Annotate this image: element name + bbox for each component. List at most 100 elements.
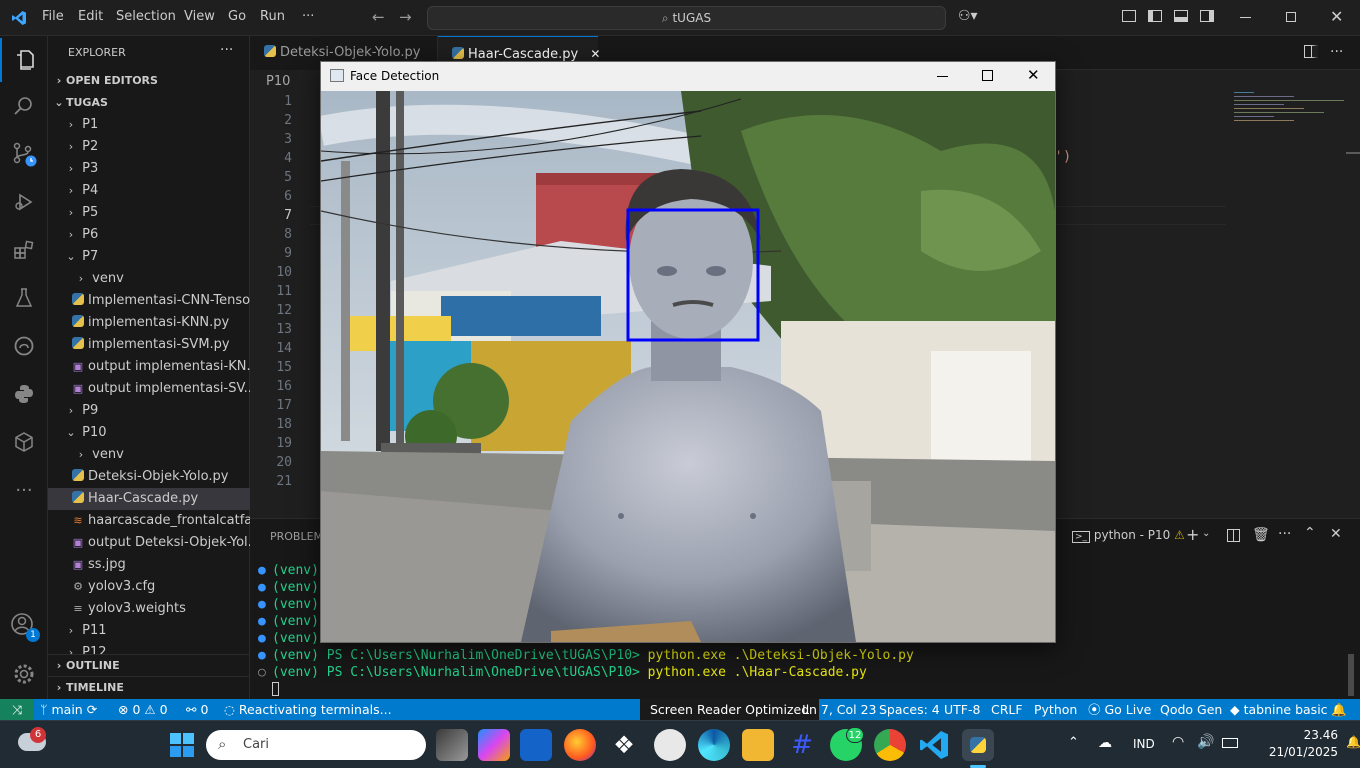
go-live-button[interactable]: ⦿ Go Live — [1088, 699, 1151, 720]
search-activity-icon[interactable] — [0, 84, 48, 128]
timeline-section[interactable]: › TIMELINE — [48, 676, 250, 698]
panel-more-icon[interactable]: ··· — [1278, 526, 1291, 542]
back-arrow-icon[interactable]: ← — [372, 8, 385, 26]
taskbar-search-box[interactable]: ⌕ Cari — [206, 730, 426, 760]
face-detection-window[interactable]: Face Detection ✕ — [320, 61, 1056, 643]
screen-reader-mode[interactable]: Screen Reader Optimized — [640, 699, 820, 720]
editor-scrollbar-thumb[interactable] — [1346, 152, 1360, 154]
folder-p10[interactable]: ⌄ P10 — [48, 422, 250, 444]
folder-p10-venv[interactable]: › venv — [48, 444, 250, 466]
firefox-icon[interactable] — [564, 729, 596, 761]
face-window-close-icon[interactable]: ✕ — [1027, 66, 1040, 84]
workspace-root[interactable]: ⌄ TUGAS — [48, 92, 250, 114]
battery-icon[interactable] — [1222, 738, 1238, 748]
file-yolov3-weights[interactable]: ≡ yolov3.weights — [48, 598, 250, 620]
menu-run[interactable]: Run — [260, 9, 285, 24]
menu-file[interactable]: File — [42, 9, 64, 24]
minimize-icon[interactable] — [1240, 17, 1251, 18]
explorer-more-button[interactable]: ··· — [220, 42, 233, 58]
menu-more[interactable]: ··· — [302, 9, 314, 24]
folder-p4[interactable]: › P4 — [48, 180, 250, 202]
ports-indicator[interactable]: ⚯ 0 — [186, 699, 208, 720]
open-editors-section[interactable]: › OPEN EDITORS — [48, 70, 250, 92]
python-window-taskbar-icon[interactable] — [962, 729, 994, 761]
clock-app-icon[interactable] — [654, 729, 686, 761]
cursor-position[interactable]: Ln 7, Col 23 — [802, 699, 877, 720]
terminal-scrollbar-thumb[interactable] — [1348, 654, 1354, 696]
toggle-panel-icon[interactable] — [1174, 10, 1188, 22]
volume-icon[interactable]: 🔊 — [1197, 734, 1214, 750]
vpn-cloud-icon[interactable]: ☁ — [1098, 735, 1112, 751]
trash-icon[interactable]: 🗑 — [1252, 527, 1270, 543]
problems-indicator[interactable]: ⊗ 0 ⚠ 0 — [118, 699, 168, 720]
toggle-sidebar-icon[interactable] — [1148, 10, 1162, 22]
copilot-app-icon[interactable] — [478, 729, 510, 761]
folder-p12[interactable]: › P12 — [48, 642, 250, 654]
forward-arrow-icon[interactable]: → — [399, 8, 412, 26]
editor-more-icon[interactable]: ··· — [1330, 44, 1343, 60]
folder-p7[interactable]: ⌄ P7 — [48, 246, 250, 268]
file-output-deteksi[interactable]: ▣ output Deteksi-Objek-Yol... — [48, 532, 250, 554]
folder-p9[interactable]: › P9 — [48, 400, 250, 422]
folder-p1[interactable]: › P1 — [48, 114, 250, 136]
encoding[interactable]: UTF-8 — [944, 699, 980, 720]
settings-gear-icon[interactable] — [0, 652, 48, 696]
show-hidden-icons-chevron-icon[interactable]: ⌃ — [1068, 735, 1079, 750]
dropbox-icon[interactable]: ❖ — [608, 729, 640, 761]
file-ss-jpg[interactable]: ▣ ss.jpg — [48, 554, 250, 576]
file-haarcascade-xml[interactable]: ≋ haarcascade_frontalcatfac... — [48, 510, 250, 532]
extensions-icon[interactable] — [0, 228, 48, 272]
folder-p11[interactable]: › P11 — [48, 620, 250, 642]
outline-section[interactable]: › OUTLINE — [48, 654, 250, 676]
file-yolov3-cfg[interactable]: ⚙ yolov3.cfg — [48, 576, 250, 598]
tabnine-button[interactable]: ◆ tabnine basic — [1230, 699, 1328, 720]
terminal-activity[interactable]: ◌ Reactivating terminals... — [224, 699, 392, 720]
menu-view[interactable]: View — [184, 9, 215, 24]
indentation[interactable]: Spaces: 4 — [879, 699, 940, 720]
notifications-bell-icon[interactable]: 🔔 — [1331, 699, 1347, 720]
edge-devtools-icon[interactable] — [0, 324, 48, 368]
microsoft-store-icon[interactable] — [520, 729, 552, 761]
folder-p3[interactable]: › P3 — [48, 158, 250, 180]
qodo-gen-button[interactable]: Qodo Gen — [1160, 699, 1222, 720]
split-editor-icon[interactable] — [1304, 45, 1318, 58]
notification-bell-icon[interactable]: 🔔 — [1346, 735, 1360, 749]
toggle-secondary-sidebar-icon[interactable] — [1200, 10, 1214, 22]
face-window-minimize-icon[interactable] — [937, 76, 948, 77]
file-deteksi-yolo[interactable]: Deteksi-Objek-Yolo.py — [48, 466, 250, 488]
tab-close-icon[interactable]: ✕ — [590, 47, 600, 61]
testing-flask-icon[interactable] — [0, 276, 48, 320]
menu-edit[interactable]: Edit — [78, 9, 103, 24]
new-terminal-plus-icon[interactable]: + — [1186, 525, 1199, 544]
wifi-icon[interactable]: ◠ — [1172, 734, 1184, 750]
file-output-svm[interactable]: ▣ output implementasi-SV... — [48, 378, 250, 400]
split-terminal-icon[interactable] — [1227, 529, 1240, 542]
maximize-panel-chevron-icon[interactable]: ⌃ — [1304, 525, 1316, 541]
terminal-dropdown-chevron-icon[interactable]: ⌄ — [1202, 528, 1210, 539]
file-output-knn[interactable]: ▣ output implementasi-KN... — [48, 356, 250, 378]
remote-explorer-icon[interactable] — [0, 420, 48, 464]
breadcrumb[interactable]: P10 — [266, 74, 290, 89]
terminal-cursor[interactable] — [272, 682, 279, 696]
source-control-icon[interactable] — [0, 132, 48, 176]
file-haar-cascade[interactable]: Haar-Cascade.py — [48, 488, 250, 510]
accounts-icon[interactable]: 1 — [0, 604, 48, 648]
restore-icon[interactable] — [1286, 12, 1296, 22]
minimap[interactable] — [1232, 90, 1350, 136]
folder-p2[interactable]: › P2 — [48, 136, 250, 158]
input-language[interactable]: IND — [1133, 737, 1155, 751]
terminal-selector[interactable]: >_ python - P10 ⚠ — [1072, 528, 1185, 543]
run-debug-icon[interactable] — [0, 180, 48, 224]
customize-layout-icon[interactable] — [1122, 10, 1136, 22]
python-icon[interactable] — [0, 372, 48, 416]
folder-p5[interactable]: › P5 — [48, 202, 250, 224]
close-panel-icon[interactable]: ✕ — [1330, 526, 1342, 542]
close-icon[interactable]: ✕ — [1330, 7, 1343, 26]
copilot-icon[interactable]: ⚇▾ — [958, 8, 978, 24]
file-knn[interactable]: implementasi-KNN.py — [48, 312, 250, 334]
folder-p7-venv[interactable]: › venv — [48, 268, 250, 290]
menu-selection[interactable]: Selection — [116, 9, 176, 24]
windows-start-icon[interactable] — [170, 733, 194, 757]
face-window-maximize-icon[interactable] — [982, 70, 993, 81]
chrome-icon[interactable] — [874, 729, 906, 761]
